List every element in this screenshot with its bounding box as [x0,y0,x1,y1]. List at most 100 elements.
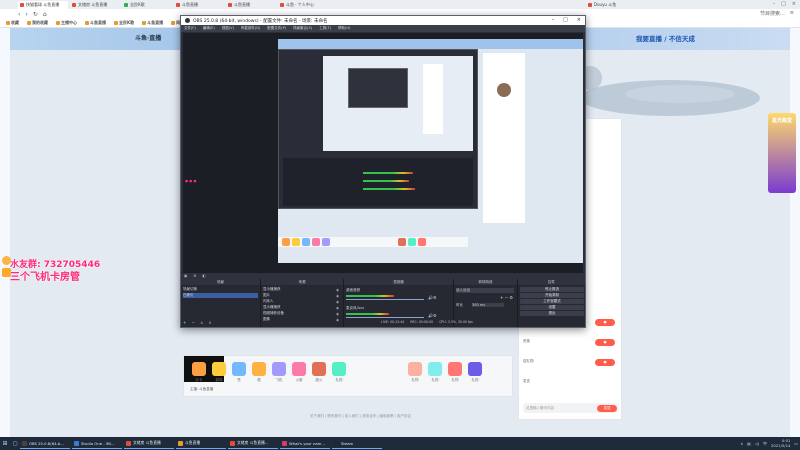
menu-item[interactable]: 停靠部件(D) [241,26,260,31]
site-slogan[interactable]: 我要直播 / 不信天成 [636,33,695,43]
volume-icon[interactable]: ◁) [755,441,759,446]
preview-nested-docks [283,158,473,206]
source-item[interactable]: 图像 [263,317,270,322]
menu-icon[interactable]: ≡ [790,10,794,17]
preview-tool-icon[interactable]: ▣ [184,274,187,278]
taskbar-app[interactable]: Steam [332,438,382,449]
refresh-icon[interactable]: ↻ [33,11,38,18]
gift-icon[interactable] [468,362,482,376]
bookmark-item[interactable]: 主播中心 [56,20,77,26]
settings-button[interactable]: 设置 [520,305,584,310]
scene-item[interactable]: 场景切换 [183,287,197,292]
transition-actions[interactable]: + − ⚙ [500,295,513,300]
gift-icon[interactable] [252,362,266,376]
browser-tab-right[interactable]: Douyu 斗鱼 [586,1,626,9]
scene-item[interactable]: 已拷贝 [183,293,258,298]
obs-preview-canvas[interactable]: ● ● ● [183,33,583,273]
tray-arrow-icon[interactable]: ∧ [740,441,743,446]
source-visibility-icons[interactable]: ◉ ◉ ◉ ◉ ◉ ◉ [336,287,339,323]
start-menu-icon[interactable]: ⊞ [0,437,10,450]
footer-links[interactable]: 关于我们 | 联系我们 | 加入我们 | 商务合作 | 隐私政策 | 用户协议 [310,414,411,419]
gift-icon[interactable] [272,362,286,376]
duration-input[interactable]: 300 ms [472,303,504,307]
menu-item[interactable]: 帮助(H) [338,26,350,31]
taskbar-app[interactable]: 文绪房 斗鱼直播... [228,438,278,449]
browser-tab[interactable]: 文绪房 斗鱼直播 [70,1,120,9]
bookmark-item[interactable]: 斗鱼直播 [142,20,163,26]
browser-tab[interactable]: 斗鱼直播 [226,1,276,9]
preview-tool-icon[interactable]: ◧ [202,274,205,278]
gift-icon[interactable] [448,362,462,376]
search-hint[interactable]: 节目搜索... [760,10,785,17]
gift-icon[interactable] [212,362,226,376]
gift-icon[interactable] [192,362,206,376]
ime-indicator[interactable]: 中 [763,441,767,447]
source-item[interactable]: 视频捕获设备 [263,311,284,316]
taskbar-app[interactable]: What's your nam... [280,438,330,449]
source-item[interactable]: 闪烁人 [263,299,274,304]
exit-button[interactable]: 退出 [520,311,584,316]
close-icon[interactable]: × [577,17,581,23]
bookmark-item[interactable]: 我的收藏 [27,20,48,26]
transition-select[interactable]: 淡入淡出 [456,288,514,293]
source-item[interactable]: 图片 [263,293,270,298]
speaker-icon[interactable]: 🔊⚙ [428,313,437,318]
menu-item[interactable]: 配置文件(P) [267,26,286,31]
obs-title-bar[interactable]: OBS 25.0.8 (64-bit, windows) - 配置文件: 未命名… [181,16,585,25]
start-recording-button[interactable]: 开始录制 [520,293,584,298]
search-icon[interactable]: ○ [10,437,20,450]
preview-tool-icon[interactable]: ⚙ [193,274,196,278]
taskbar-app[interactable]: 斗鱼直播 [176,438,226,449]
gift-icon[interactable] [428,362,442,376]
speaker-icon[interactable]: 🔊⚙ [428,295,437,300]
close-icon[interactable]: × [792,1,796,7]
browser-tab[interactable]: 斗鱼直播 [174,1,224,9]
gift-icon[interactable] [408,362,422,376]
promo-banner[interactable]: 星光殿堂 [768,113,796,193]
taskbar-app[interactable]: 文绪房 斗鱼直播 [124,438,174,449]
gift-icon[interactable] [292,362,306,376]
gift-button[interactable]: ● [595,359,615,366]
noble-button[interactable]: ● [595,339,615,346]
source-item[interactable]: 显示器捕获 [263,305,281,310]
notification-icon[interactable]: ▭ [794,441,798,446]
browser-tab[interactable]: 全民K歌 [122,1,172,9]
preview-meter [363,188,415,190]
network-icon[interactable]: ▤ [747,441,751,446]
stream-gift-bar: 办卡 弱鸡 赞 稳 飞机 火箭 超火 礼物 礼物 礼物 礼物 礼物 主播: 斗鱼… [183,355,513,397]
studio-mode-button[interactable]: 工作室模式 [520,299,584,304]
maximize-icon[interactable]: □ [563,17,568,23]
scene-actions[interactable]: + − ∧ ∨ [183,320,213,325]
menu-item[interactable]: 文件(F) [184,26,196,31]
taskbar-app[interactable]: OBS 25.0.8(64-b... [20,438,70,449]
site-logo[interactable]: 斗鱼·直播 [135,33,161,42]
studio-one-icon [74,440,79,446]
minimize-icon[interactable]: – [773,1,776,7]
browser-tab[interactable]: 斗鱼 · 个人中心 [278,1,328,9]
menu-item[interactable]: 编辑(E) [203,26,215,31]
mixer-meter [346,313,389,315]
clock[interactable]: 0:01 2021/5/14 [771,439,790,448]
home-icon[interactable]: ⌂ [43,11,47,18]
forward-icon[interactable]: › [25,11,27,18]
bookmark-item[interactable]: 收藏 [6,20,19,26]
source-item[interactable]: 显示器捕获 [263,287,281,292]
mixer-slider[interactable] [346,299,424,300]
minimize-icon[interactable]: – [552,17,555,23]
menu-item[interactable]: 场景集合(S) [293,26,312,31]
taskbar-app[interactable]: Studio One - 9B... [72,438,122,449]
bookmark-item[interactable]: 全民K歌 [114,20,134,26]
send-button[interactable]: 发送 [597,405,617,412]
menu-item[interactable]: 工具(T) [319,26,331,31]
gift-icon[interactable] [232,362,246,376]
gift-icon[interactable] [332,362,346,376]
menu-item[interactable]: 视图(V) [222,26,234,31]
gift-icon[interactable] [312,362,326,376]
follow-button[interactable]: ● [595,319,615,326]
back-icon[interactable]: ‹ [18,11,20,18]
maximize-icon[interactable]: □ [781,1,786,7]
stop-streaming-button[interactable]: 停止推流 [520,287,584,292]
mixer-slider[interactable] [346,317,424,318]
bookmark-item[interactable]: 斗鱼直播 [85,20,106,26]
browser-tab[interactable]: 快猫看球 斗鱼直播 [18,0,68,9]
